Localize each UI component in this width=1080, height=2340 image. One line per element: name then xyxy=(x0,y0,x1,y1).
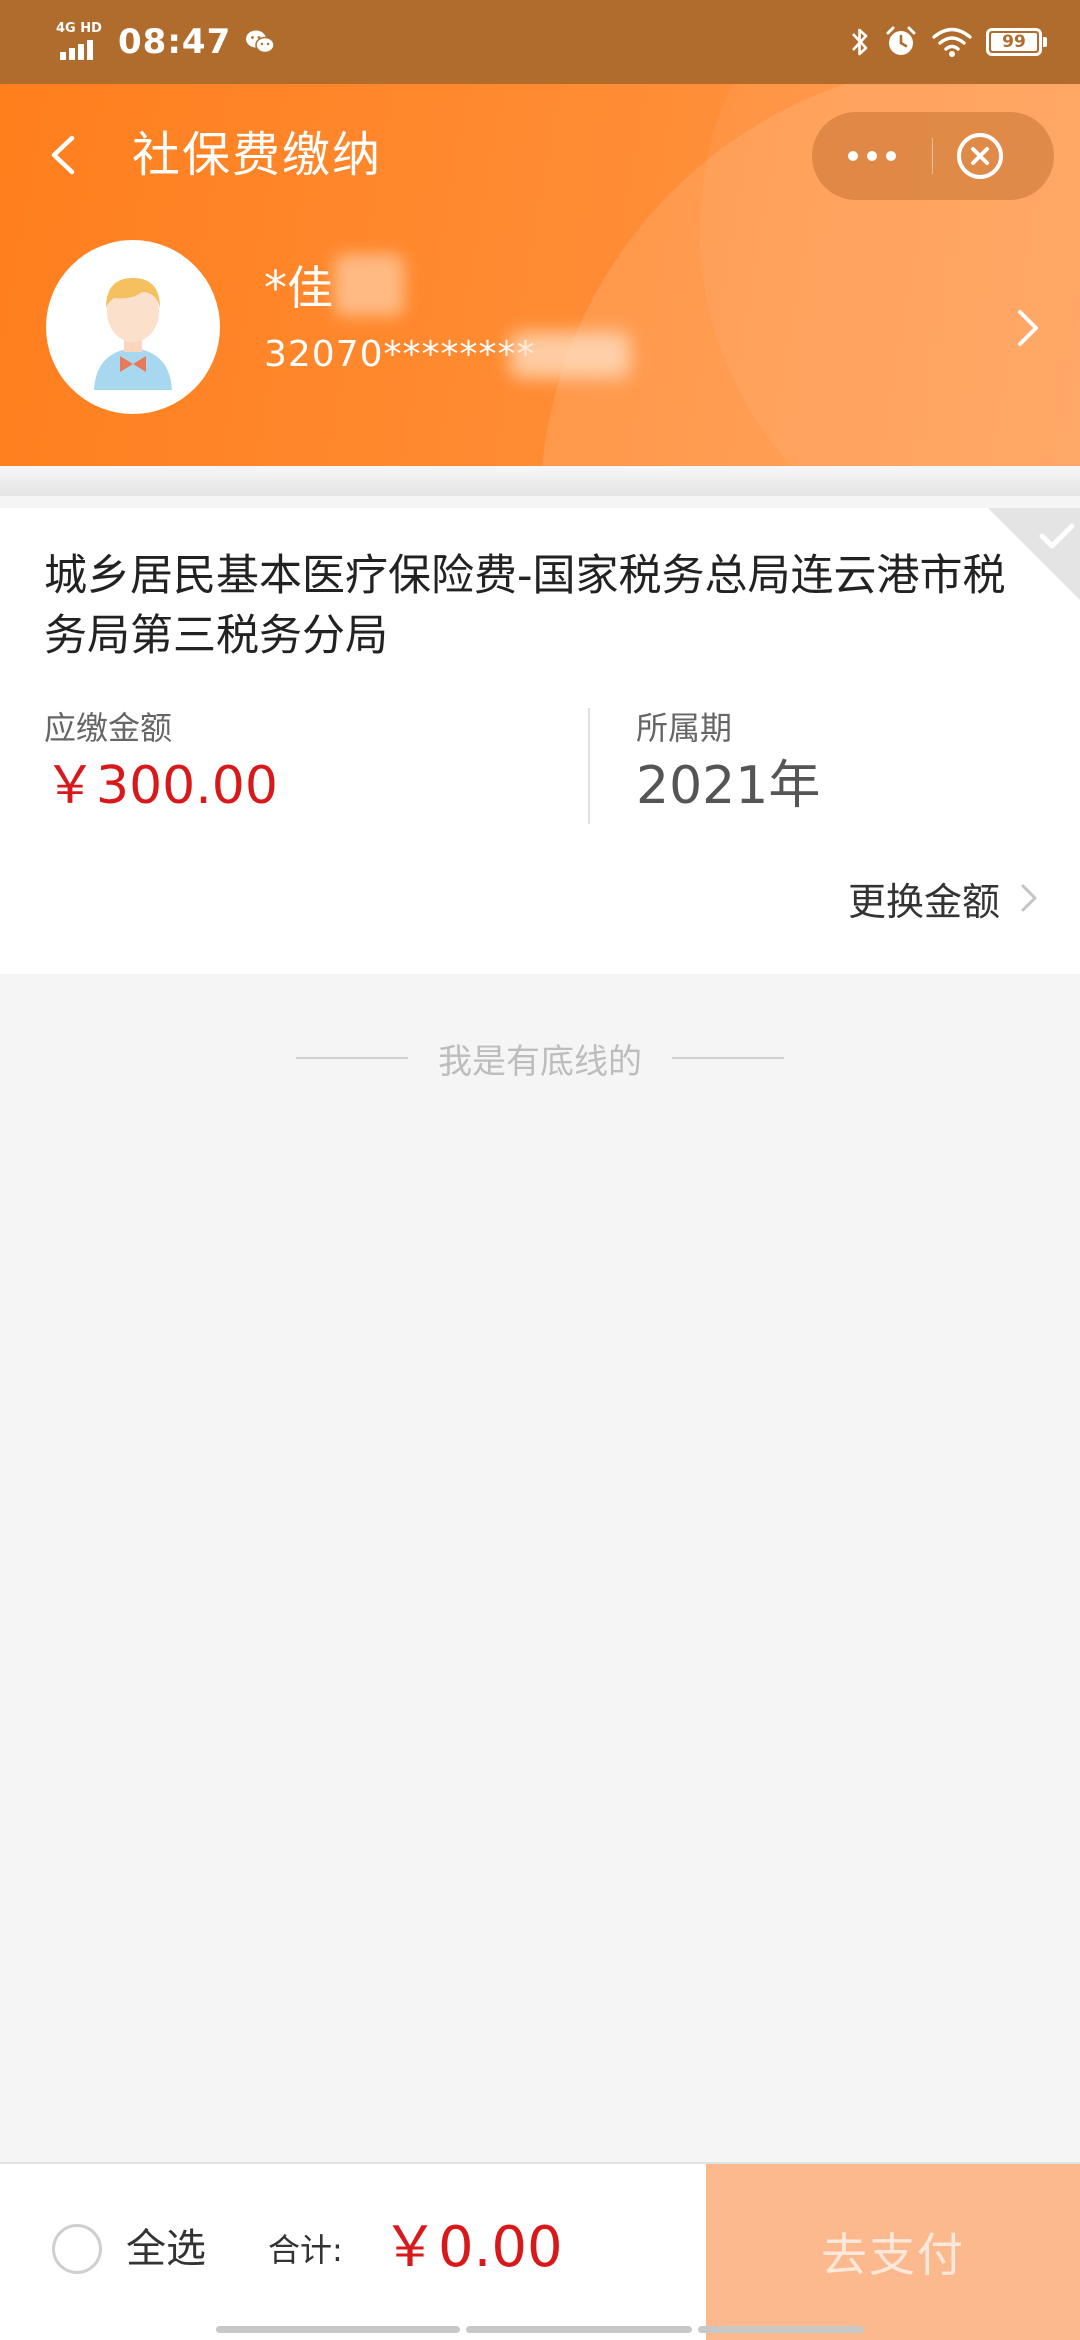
chevron-left-icon[interactable] xyxy=(40,120,90,190)
total-label: 合计: xyxy=(268,2231,343,2269)
divider-line xyxy=(672,1057,784,1059)
select-all-label[interactable]: 全选 xyxy=(126,2222,206,2276)
wifi-icon xyxy=(932,27,972,57)
user-id-number: 32070******** xyxy=(264,334,536,375)
change-amount-link[interactable]: 更换金额 xyxy=(848,868,1040,928)
close-circle-icon[interactable] xyxy=(954,130,1006,182)
bluetooth-icon xyxy=(852,28,868,56)
status-right: 99 xyxy=(850,22,1047,62)
card-band xyxy=(0,466,1080,496)
page-title: 社保费缴纳 xyxy=(132,127,383,183)
total-value: ￥0.00 xyxy=(382,2215,563,2280)
clock: 08:47 xyxy=(118,22,232,62)
signal-icon: 4G HD xyxy=(56,22,104,62)
payment-item-card[interactable]: 城乡居民基本医疗保险费-国家税务总局连云港市税务局第三税务分局 应缴金额 ￥30… xyxy=(0,508,1080,974)
privacy-blur xyxy=(334,254,404,316)
network-type: 4G HD xyxy=(56,21,102,36)
column-divider xyxy=(588,708,590,824)
chevron-right-icon xyxy=(1021,884,1037,912)
more-dots-icon[interactable] xyxy=(812,112,932,200)
pay-button[interactable]: 去支付 xyxy=(706,2164,1080,2340)
change-amount-label: 更换金额 xyxy=(847,879,1000,924)
amount-label: 应缴金额 xyxy=(44,709,173,747)
header: 4G HD 08:47 99 社保费缴纳 *佳 32070******** xyxy=(0,0,1080,466)
user-name: *佳 xyxy=(264,261,333,315)
gesture-bar xyxy=(0,2326,1080,2340)
mini-program-capsule xyxy=(812,112,1054,200)
signal-bars xyxy=(60,40,93,60)
alarm-icon xyxy=(886,26,916,55)
select-all-radio[interactable] xyxy=(52,2224,102,2274)
divider-line xyxy=(296,1057,408,1059)
battery-icon: 99 xyxy=(986,28,1047,56)
privacy-blur xyxy=(510,332,630,378)
amount-value: ￥300.00 xyxy=(44,756,278,816)
capsule-divider xyxy=(932,138,933,174)
chevron-right-icon[interactable] xyxy=(1008,298,1048,358)
end-of-list: 我是有底线的 xyxy=(0,1030,1080,1086)
user-avatar-icon xyxy=(46,240,220,414)
status-bar: 4G HD 08:47 99 xyxy=(0,0,1080,84)
end-of-list-text: 我是有底线的 xyxy=(438,1041,642,1082)
period-label: 所属期 xyxy=(636,709,733,747)
status-left: 4G HD 08:47 xyxy=(56,18,275,66)
wechat-icon xyxy=(246,30,275,54)
period-value: 2021年 xyxy=(636,756,821,816)
item-title: 城乡居民基本医疗保险费-国家税务总局连云港市税务局第三税务分局 xyxy=(44,551,1006,661)
profile-row[interactable]: *佳 32070******** xyxy=(0,236,1080,422)
battery-percent: 99 xyxy=(1002,32,1026,52)
bottom-bar: 全选 合计: ￥0.00 去支付 xyxy=(0,2162,1080,2340)
